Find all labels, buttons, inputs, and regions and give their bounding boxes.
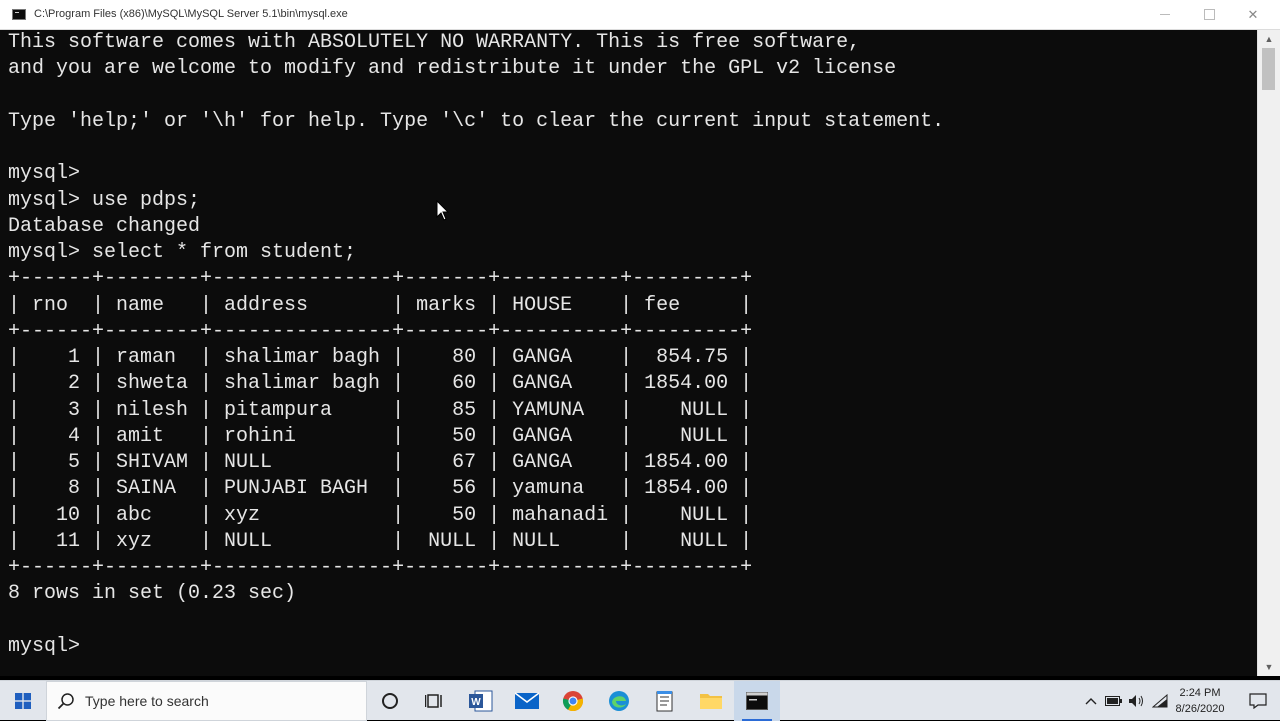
edge-icon — [609, 691, 629, 711]
chevron-up-icon — [1085, 698, 1097, 705]
table-row: | 1 | raman | shalimar bagh | 80 | GANGA… — [8, 346, 753, 369]
scrollbar-thumb[interactable] — [1262, 48, 1275, 90]
scroll-down-arrow-icon[interactable]: ▼ — [1258, 658, 1280, 676]
scroll-up-arrow-icon[interactable]: ▲ — [1258, 30, 1280, 48]
console-line: This software comes with ABSOLUTELY NO W… — [8, 31, 861, 54]
chrome-taskbar-button[interactable] — [550, 681, 596, 721]
result-summary: 8 rows in set (0.23 sec) — [8, 582, 297, 606]
start-button[interactable] — [0, 681, 46, 721]
console-window-icon — [12, 9, 26, 20]
table-row: | 8 | SAINA | PUNJABI BAGH | 56 | yamuna… — [8, 477, 753, 501]
console-line: and you are welcome to modify and redist… — [8, 57, 897, 81]
search-icon — [57, 693, 74, 710]
window-title-bar[interactable]: C:\Program Files (x86)\MySQL\MySQL Serve… — [0, 0, 1280, 30]
table-border: +------+--------+---------------+-------… — [8, 267, 753, 291]
volume-icon — [1129, 695, 1143, 707]
svg-text:W: W — [471, 697, 481, 708]
minimize-icon — [1160, 14, 1170, 15]
taskbar: Type here to search W 2:24 PM 8/26/2020 — [0, 680, 1280, 721]
table-border: +------+--------+---------------+-------… — [8, 556, 753, 579]
task-view-button[interactable] — [412, 681, 458, 721]
vertical-scrollbar[interactable]: ▲ ▼ — [1257, 30, 1280, 676]
wifi-icon — [1152, 694, 1168, 708]
table-row: | 10 | abc | xyz | 50 | mahanadi | NULL … — [8, 503, 753, 527]
mysql-prompt[interactable]: mysql> — [8, 634, 944, 660]
edge-taskbar-button[interactable] — [596, 681, 642, 721]
taskbar-search-box[interactable]: Type here to search — [46, 681, 367, 721]
table-row: | 5 | SHIVAM | NULL | 67 | GANGA | 1854.… — [8, 451, 753, 474]
maximize-button[interactable] — [1186, 0, 1232, 29]
mouse-pointer-icon — [436, 200, 450, 221]
console-line: mysql> — [8, 162, 81, 186]
windows-start-icon — [15, 693, 31, 709]
console-app-icon — [746, 692, 768, 710]
table-border: +------+--------+---------------+-------… — [8, 319, 753, 343]
notepad-taskbar-button[interactable] — [642, 681, 688, 721]
action-center-button[interactable] — [1236, 681, 1280, 721]
mail-taskbar-button[interactable] — [504, 681, 550, 721]
minimize-button[interactable] — [1142, 0, 1188, 29]
taskbar-clock[interactable]: 2:24 PM 8/26/2020 — [1168, 685, 1232, 717]
console-text: This software comes with ABSOLUTELY NO W… — [8, 30, 944, 660]
console-line: mysql> select * from student; — [8, 241, 357, 264]
console-output[interactable]: This software comes with ABSOLUTELY NO W… — [0, 30, 1257, 676]
maximize-icon — [1203, 9, 1215, 20]
notepad-icon — [656, 691, 673, 712]
console-line: Database changed — [8, 214, 201, 238]
table-row: | 11 | xyz | NULL | NULL | NULL | NULL | — [8, 529, 753, 553]
battery-tray-button[interactable] — [1103, 681, 1125, 721]
window-title: C:\Program Files (x86)\MySQL\MySQL Serve… — [34, 8, 348, 20]
chrome-icon — [562, 691, 584, 712]
word-taskbar-button[interactable]: W — [458, 681, 504, 721]
table-row: | 2 | shweta | shalimar bagh | 60 | GANG… — [8, 372, 753, 396]
console-line: Type 'help;' or '\h' for help. Type '\c'… — [8, 109, 945, 133]
file-explorer-icon — [700, 694, 722, 709]
clock-date: 8/26/2020 — [1175, 703, 1225, 715]
table-header: | rno | name | address | marks | HOUSE |… — [8, 293, 753, 317]
search-placeholder: Type here to search — [85, 693, 209, 709]
battery-icon — [1105, 696, 1122, 706]
table-row: | 4 | amit | rohini | 50 | GANGA | NULL … — [8, 424, 753, 448]
mail-icon — [515, 692, 539, 709]
close-icon: ✕ — [1247, 6, 1259, 22]
cortana-icon — [382, 693, 398, 709]
show-hidden-icons-button[interactable] — [1080, 681, 1102, 721]
volume-tray-button[interactable] — [1126, 681, 1148, 721]
console-line: mysql> use pdps; — [8, 188, 201, 212]
table-row: | 3 | nilesh | pitampura | 85 | YAMUNA |… — [8, 398, 753, 422]
close-button[interactable]: ✕ — [1230, 0, 1276, 29]
word-icon: W — [469, 690, 493, 712]
cortana-button[interactable] — [367, 681, 413, 721]
file-explorer-taskbar-button[interactable] — [688, 681, 734, 721]
clock-time: 2:24 PM — [1179, 687, 1221, 699]
notification-icon — [1249, 693, 1267, 709]
task-view-icon — [425, 694, 442, 708]
console-taskbar-button[interactable] — [734, 681, 780, 721]
